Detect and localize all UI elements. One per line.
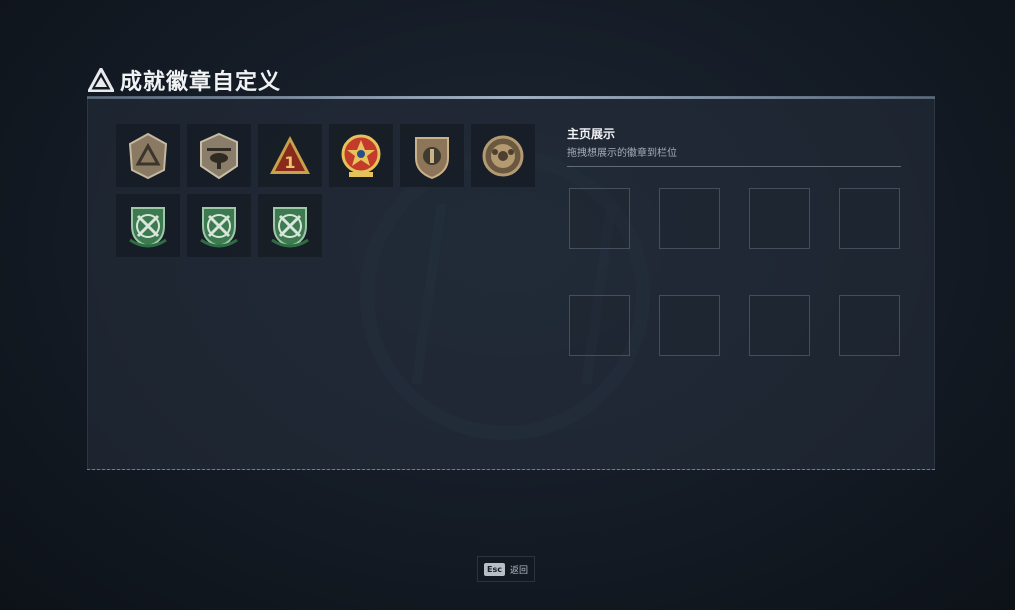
star-medal-badge-icon bbox=[341, 134, 381, 177]
page-title: 成就徽章自定义 bbox=[120, 70, 282, 95]
badge-slot[interactable] bbox=[400, 124, 464, 187]
badge-slot[interactable] bbox=[258, 194, 322, 257]
showcase-slot[interactable] bbox=[659, 295, 720, 356]
badge-slot[interactable] bbox=[187, 194, 251, 257]
green-crossed-swords-badge-icon bbox=[200, 206, 238, 247]
shield-emblem-badge-icon bbox=[415, 136, 449, 179]
homepage-showcase: 主页展示 拖拽想展示的徽章到栏位 bbox=[567, 125, 901, 167]
showcase-slot[interactable] bbox=[839, 188, 900, 249]
badge-slot[interactable] bbox=[116, 124, 180, 187]
showcase-title: 主页展示 bbox=[567, 127, 616, 141]
showcase-hint: 拖拽想展示的徽章到栏位 bbox=[567, 148, 677, 159]
page-header: 成就徽章自定义 bbox=[88, 64, 281, 96]
helicopter-shield-badge-icon bbox=[200, 132, 238, 179]
green-crossed-swords-badge-icon bbox=[129, 206, 167, 247]
esc-key-hint: Esc bbox=[484, 562, 505, 576]
showcase-slots bbox=[569, 188, 900, 356]
showcase-slot[interactable] bbox=[569, 188, 630, 249]
triangle-number-one-badge-icon: 1 bbox=[270, 135, 310, 174]
badge-slot[interactable] bbox=[329, 124, 393, 187]
showcase-slot[interactable] bbox=[839, 295, 900, 356]
showcase-divider bbox=[567, 166, 901, 167]
triangle-emblem-icon bbox=[88, 68, 114, 92]
badge-slot[interactable] bbox=[187, 124, 251, 187]
svg-text:1: 1 bbox=[284, 153, 295, 172]
showcase-slot[interactable] bbox=[749, 188, 810, 249]
badge-collection: 1 bbox=[116, 124, 546, 257]
showcase-slot[interactable] bbox=[569, 295, 630, 356]
pentagon-triangle-badge-icon bbox=[128, 132, 168, 179]
round-crest-badge-icon bbox=[482, 135, 524, 176]
showcase-slot[interactable] bbox=[749, 295, 810, 356]
badge-slot[interactable]: 1 bbox=[258, 124, 322, 187]
showcase-slot[interactable] bbox=[659, 188, 720, 249]
panel-bottom-divider bbox=[87, 469, 935, 470]
badge-slot[interactable] bbox=[116, 194, 180, 257]
green-crossed-swords-badge-icon bbox=[271, 206, 309, 247]
badge-slot[interactable] bbox=[471, 124, 535, 187]
panel-top-divider bbox=[87, 96, 935, 99]
back-label: 返回 bbox=[509, 565, 528, 576]
back-button[interactable]: Esc 返回 bbox=[477, 556, 535, 582]
